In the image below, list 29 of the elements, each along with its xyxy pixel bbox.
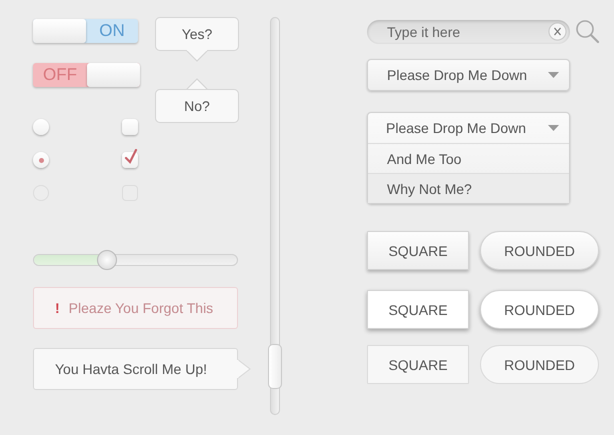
radio-button[interactable] bbox=[33, 152, 49, 168]
warning-icon: ! bbox=[55, 300, 60, 316]
dropdown-menu[interactable]: Please Drop Me Down And Me Too Why Not Me? bbox=[367, 112, 570, 204]
tooltip: You Havta Scroll Me Up! bbox=[33, 348, 238, 390]
checkbox[interactable] bbox=[122, 119, 138, 135]
dropdown-label[interactable]: Please Drop Me Down bbox=[387, 67, 528, 83]
button[interactable]: ROUNDED bbox=[480, 290, 599, 329]
search-icon[interactable] bbox=[575, 19, 600, 44]
button[interactable]: ROUNDED bbox=[480, 231, 599, 270]
scrollbar-track[interactable] bbox=[270, 17, 280, 415]
slider-thumb[interactable] bbox=[97, 250, 118, 270]
caret-icon[interactable] bbox=[548, 72, 559, 78]
error-text: Pleaze You Forgot This bbox=[68, 300, 214, 316]
clear-icon[interactable] bbox=[548, 22, 567, 41]
button[interactable]: SQUARE bbox=[367, 231, 469, 270]
bubble-tail bbox=[186, 50, 208, 62]
checkbox[interactable] bbox=[122, 152, 138, 168]
scrollbar-thumb[interactable] bbox=[268, 344, 282, 389]
radio-button[interactable] bbox=[33, 119, 49, 135]
button[interactable]: SQUARE bbox=[367, 345, 469, 384]
search-field[interactable]: Type it here bbox=[387, 24, 548, 40]
tooltip-tail bbox=[237, 359, 251, 379]
dropdown-label[interactable]: Please Drop Me Down bbox=[386, 120, 526, 136]
caret-icon[interactable] bbox=[548, 125, 559, 131]
menu-item[interactable]: Why Not Me? bbox=[368, 173, 569, 203]
dropdown[interactable]: Please Drop Me Down bbox=[367, 59, 570, 91]
button[interactable]: ROUNDED bbox=[480, 345, 599, 384]
search-bar[interactable]: Type it here bbox=[367, 20, 570, 44]
button[interactable]: SQUARE bbox=[367, 290, 469, 329]
